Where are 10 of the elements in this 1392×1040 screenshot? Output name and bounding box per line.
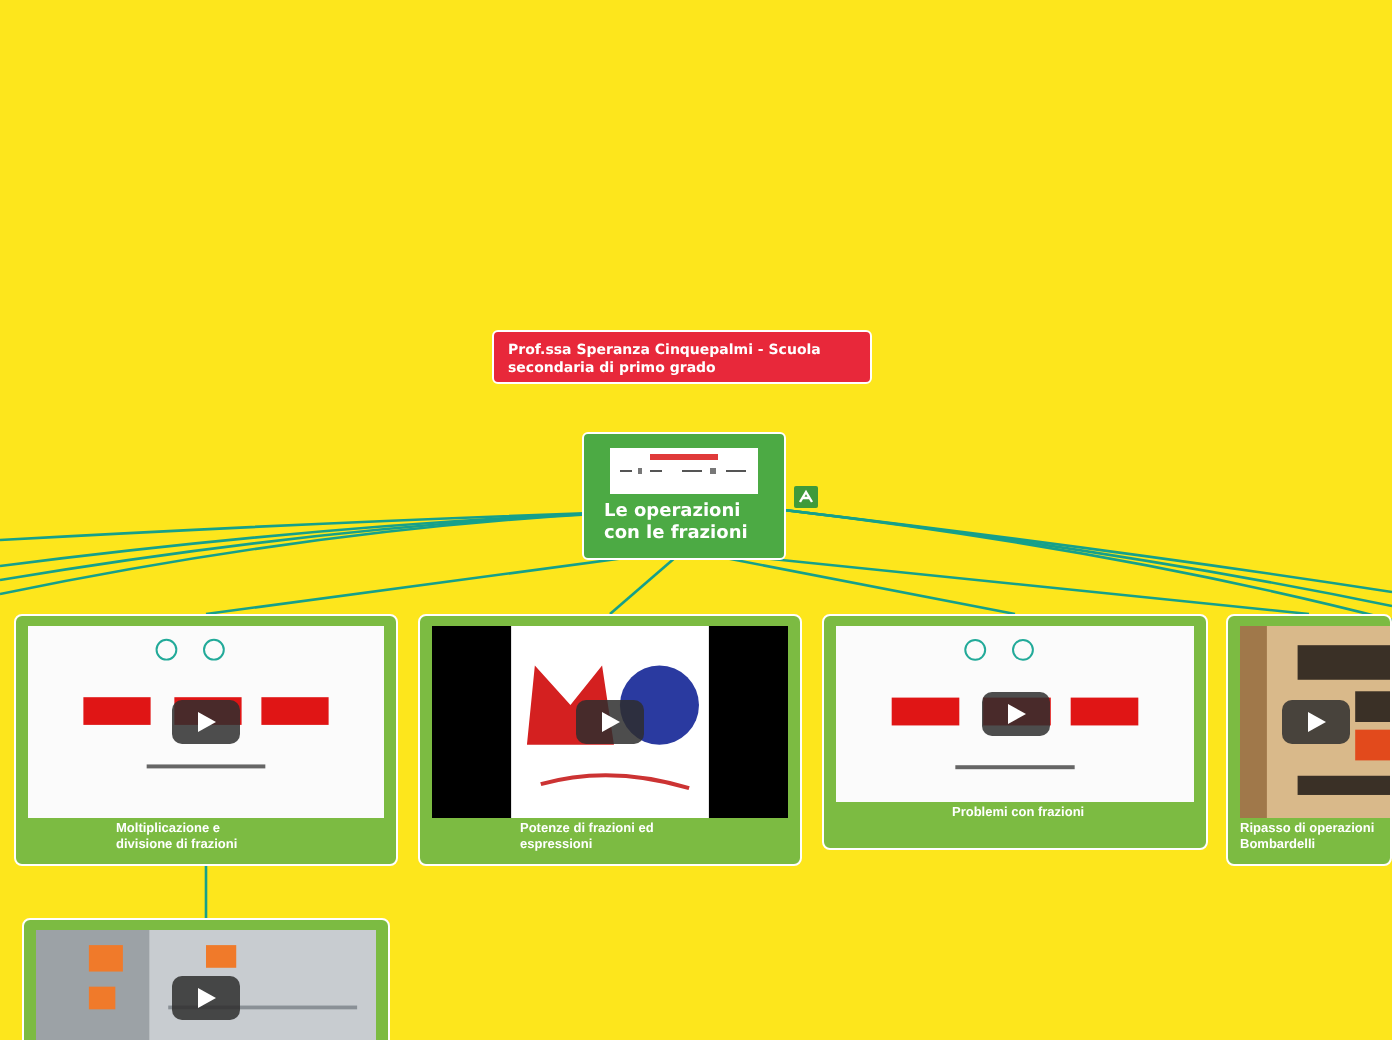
play-icon[interactable] [172,976,240,1020]
attachment-icon[interactable] [794,486,818,508]
play-icon[interactable] [1281,700,1349,744]
topic-node[interactable]: Le operazioni con le frazioni [582,432,786,560]
video-node[interactable] [22,918,390,1040]
connector-line [204,866,208,918]
topic-title: Le operazioni con le frazioni [604,502,750,546]
play-icon[interactable] [981,692,1049,736]
play-icon[interactable] [576,700,644,744]
play-icon[interactable] [172,700,240,744]
